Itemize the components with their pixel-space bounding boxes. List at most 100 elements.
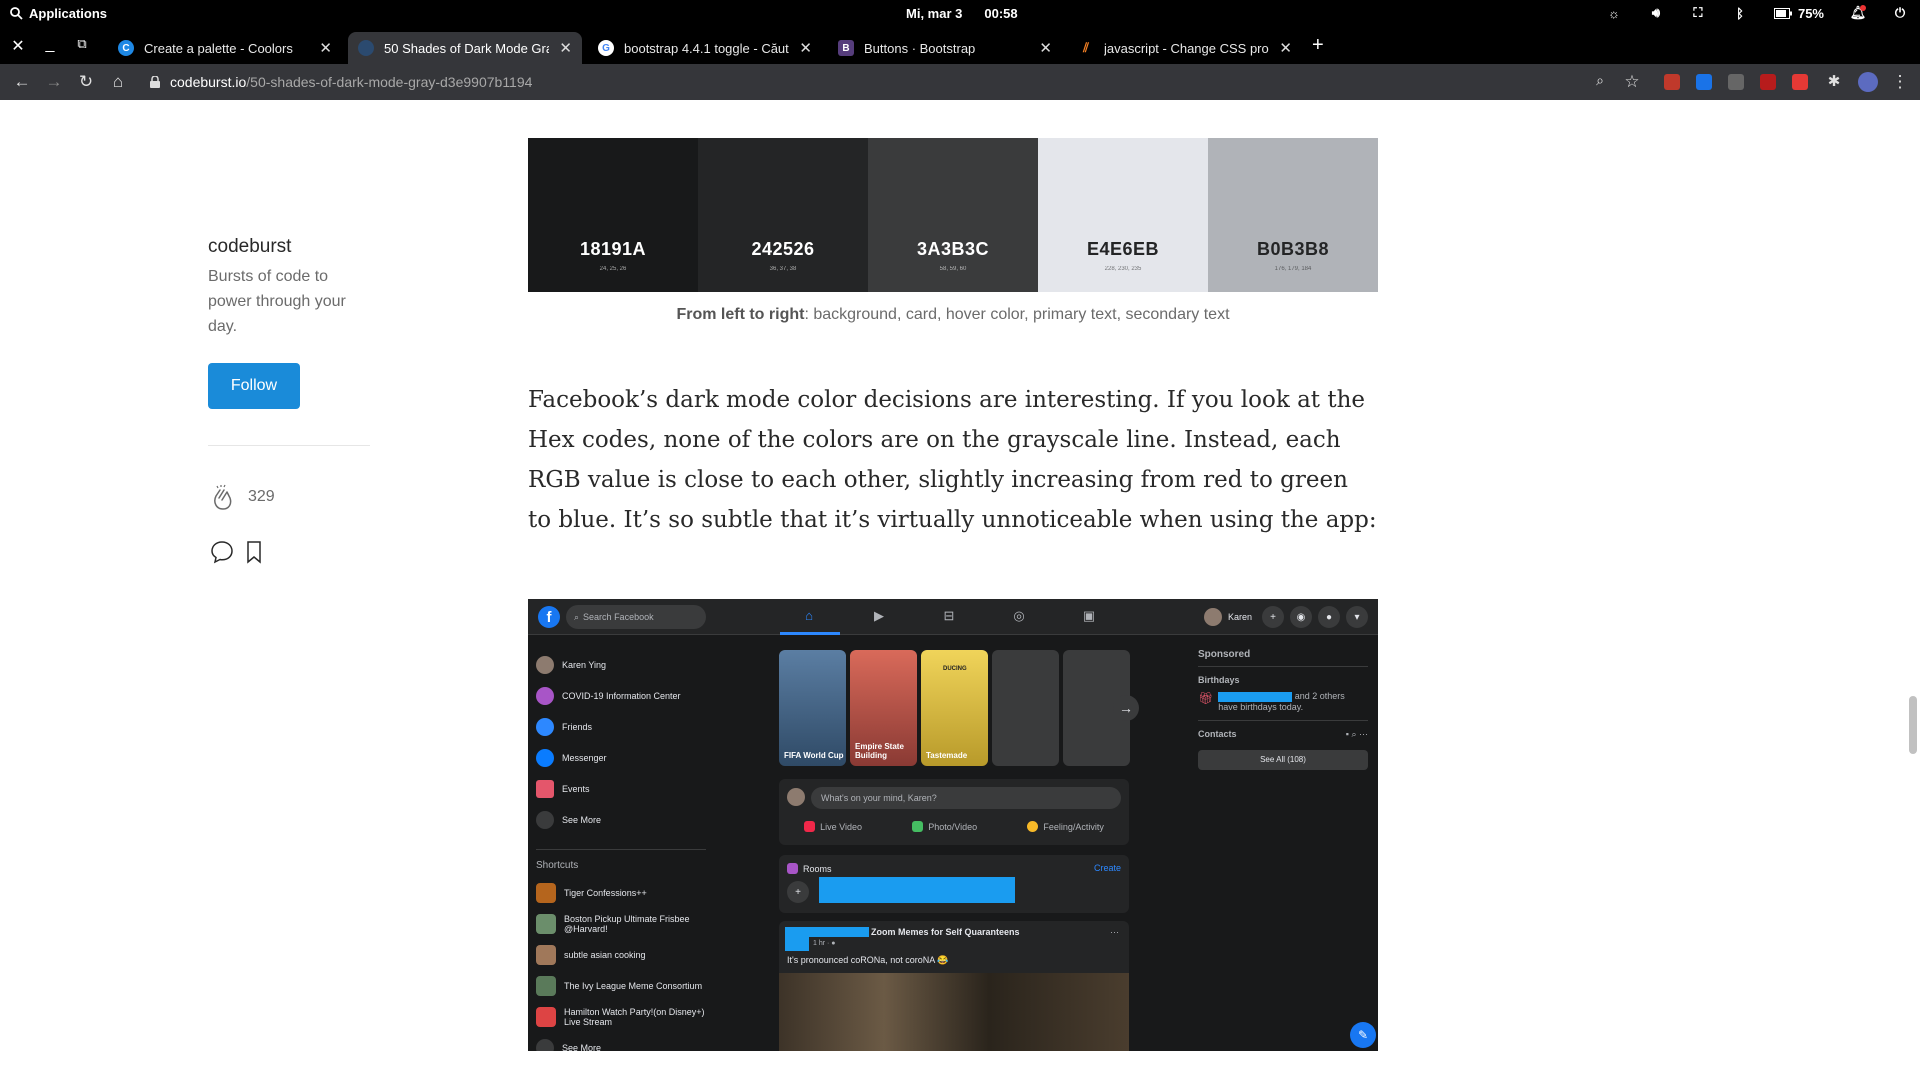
fb-stories-next-icon: →	[1113, 695, 1139, 721]
fb-account-dropdown-icon: ▾	[1346, 606, 1368, 628]
network-icon[interactable]: ⛶	[1690, 5, 1706, 21]
fb-rooms-add-icon: +	[787, 881, 809, 903]
brightness-icon[interactable]: ☼	[1606, 5, 1622, 21]
comment-bubble-icon[interactable]	[208, 538, 236, 566]
system-bar: Applications Mi, mar 3 00:58 ☼ 🔊︎ ⛶ ᛒ 75…	[0, 0, 1920, 28]
extension-rocket-icon[interactable]	[1664, 74, 1680, 90]
new-tab-plus-icon[interactable]: +	[1312, 34, 1324, 57]
fb-search-box: ⌕ Search Facebook	[566, 605, 706, 629]
extensions-puzzle-icon[interactable]: ✱	[1824, 72, 1844, 90]
swatch: 242526 36, 37, 38	[698, 138, 868, 292]
swatch: E4E6EB 228, 230, 235	[1038, 138, 1208, 292]
fb-search-placeholder: Search Facebook	[583, 612, 654, 622]
tab-title: bootstrap 4.4.1 toggle - Căutare	[624, 40, 790, 56]
tab-stackoverflow[interactable]: ⫽ javascript - Change CSS proper ✕	[1068, 32, 1302, 64]
fb-rooms-header: Rooms	[787, 863, 832, 874]
volume-icon[interactable]: 🔊︎	[1648, 5, 1664, 21]
forward-arrow-icon[interactable]: →	[44, 72, 64, 92]
tab-dark-mode-article[interactable]: 50 Shades of Dark Mode Gray. ✕	[348, 32, 582, 64]
extension-translate-icon[interactable]	[1696, 74, 1712, 90]
notifications-icon[interactable]: 🔔︎	[1850, 5, 1866, 21]
url-path: /50-shades-of-dark-mode-gray-d3e9907b119…	[246, 74, 533, 90]
fb-active-tab-indicator	[780, 632, 840, 635]
fb-shortcut-item: Hamilton Watch Party!(on Disney+) Live S…	[536, 1001, 706, 1032]
battery-indicator[interactable]: 75%	[1773, 6, 1824, 21]
fb-right-rail: Sponsored Birthdays 🎁︎ and 2 others have …	[1198, 649, 1368, 770]
back-arrow-icon[interactable]: ←	[12, 72, 32, 92]
bookmark-icon[interactable]	[240, 538, 268, 566]
reload-icon[interactable]: ↻	[76, 72, 96, 92]
fb-shortcut-label: The Ivy League Meme Consortium	[564, 980, 703, 991]
fb-story-card: DUCING Tastemade	[921, 650, 988, 766]
home-icon[interactable]: ⌂	[108, 72, 128, 92]
applications-menu[interactable]: Applications	[10, 6, 107, 21]
fb-nav-label: COVID-19 Information Center	[562, 690, 681, 701]
google-favicon-icon: G	[598, 40, 614, 56]
fb-nav-label: See More	[562, 814, 602, 825]
fb-shortcut-item: subtle asian cooking	[536, 939, 706, 970]
page-scrollbar[interactable]	[1906, 100, 1920, 1080]
fb-shortcut-label: See More	[562, 1042, 602, 1052]
tab-google-search[interactable]: G bootstrap 4.4.1 toggle - Căutare ✕	[588, 32, 822, 64]
extension-pdf-icon[interactable]	[1792, 74, 1808, 90]
fb-birthday-text: have birthdays today.	[1218, 701, 1304, 712]
fb-contacts-tools-icon: ▪ ⌕ ···	[1345, 728, 1368, 739]
caption-bold: From left to right	[676, 306, 805, 323]
stackoverflow-favicon-icon: ⫽	[1083, 40, 1089, 55]
publication-name[interactable]: codeburst	[208, 236, 372, 258]
url-field[interactable]: codeburst.io/50-shades-of-dark-mode-gray…	[150, 64, 532, 100]
tab-title: javascript - Change CSS proper	[1104, 40, 1270, 56]
extension-ublock-icon[interactable]	[1760, 74, 1776, 90]
fb-rooms-card: Rooms Create +	[779, 855, 1129, 913]
profile-avatar[interactable]	[1858, 72, 1878, 92]
swatch-rgb: 58, 59, 60	[939, 266, 967, 272]
fb-action-label: Live Video	[820, 821, 862, 832]
fb-action-label: Photo/Video	[928, 821, 978, 832]
fb-post-text: It's pronounced coRONa, not coroNA 😂	[787, 955, 949, 965]
tab-title: Create a palette - Coolors	[144, 40, 293, 56]
window-close-icon[interactable]: ✕	[8, 36, 28, 56]
tab-close-icon[interactable]: ✕	[1039, 39, 1052, 57]
clap-control[interactable]: 329	[208, 482, 372, 512]
article-page: codeburst Bursts of code to power throug…	[0, 100, 1920, 1080]
fb-story-label: FIFA World Cup	[784, 751, 844, 760]
coolors-favicon-icon: C	[118, 40, 134, 56]
applications-label: Applications	[29, 6, 108, 21]
clap-icon	[214, 484, 232, 510]
tab-close-icon[interactable]: ✕	[1279, 39, 1292, 57]
clock[interactable]: Mi, mar 3 00:58	[906, 6, 1018, 21]
bookmark-star-icon[interactable]: ☆	[1622, 72, 1642, 92]
url-host: codeburst.io	[170, 74, 247, 90]
fb-rooms-label: Rooms	[803, 863, 832, 874]
swatch-hex: 242526	[751, 239, 815, 259]
swatch-hex: E4E6EB	[1086, 239, 1160, 259]
tab-close-icon[interactable]: ✕	[799, 39, 812, 57]
tab-close-icon[interactable]: ✕	[559, 39, 572, 57]
tab-coolors[interactable]: C Create a palette - Coolors ✕	[108, 32, 342, 64]
extension-k-icon[interactable]	[1728, 74, 1744, 90]
fb-composer-input: What's on your mind, Karen?	[811, 787, 1121, 809]
menu-kebab-icon[interactable]: ⋮	[1890, 72, 1910, 92]
tab-close-icon[interactable]: ✕	[319, 39, 332, 57]
window-restore-icon[interactable]: ⧉	[72, 36, 92, 52]
publication-sidebar: codeburst Bursts of code to power throug…	[208, 236, 372, 571]
swatch-rgb: 176, 179, 184	[1274, 266, 1312, 272]
clock-time: 00:58	[984, 6, 1018, 21]
scrollbar-thumb[interactable]	[1909, 696, 1917, 754]
fb-search-icon: ⌕	[574, 611, 580, 622]
bluetooth-icon[interactable]: ᛒ	[1732, 5, 1748, 21]
tab-bar: ✕ _ ⧉ C Create a palette - Coolors ✕ 50 …	[0, 28, 1920, 64]
fb-story-label: Empire State Building	[855, 742, 904, 760]
fb-messenger-icon: ◉	[1290, 606, 1312, 628]
fb-nav-label: Karen Ying	[562, 659, 607, 670]
window-minimize-icon[interactable]: _	[40, 36, 60, 54]
zoom-icon[interactable]: ⌕	[1590, 72, 1610, 89]
tab-bootstrap-buttons[interactable]: B Buttons · Bootstrap ✕	[828, 32, 1062, 64]
follow-button[interactable]: Follow	[208, 363, 300, 409]
power-icon[interactable]: ⏻	[1892, 5, 1908, 21]
fb-story-card	[992, 650, 1059, 766]
fb-nav-item: See More	[536, 804, 706, 835]
swatch-hex: B0B3B8	[1256, 239, 1330, 259]
fb-nav-item: Friends	[536, 711, 706, 742]
fb-sponsored-heading: Sponsored	[1198, 649, 1368, 667]
